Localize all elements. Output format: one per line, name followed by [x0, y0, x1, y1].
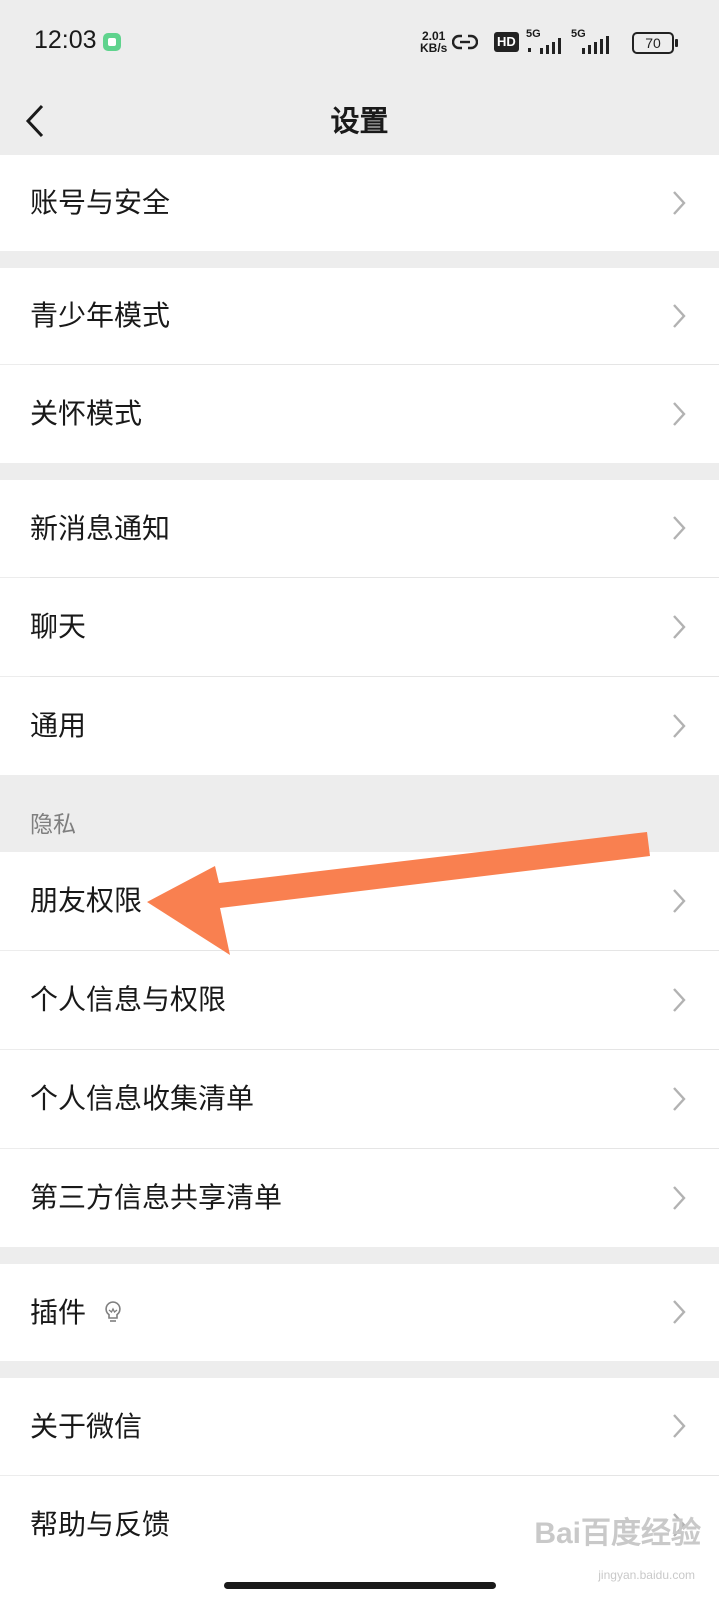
settings-item-plugins[interactable]: 插件: [0, 1264, 719, 1361]
link-icon: [452, 34, 478, 50]
navigation-bar: 设置: [0, 86, 719, 156]
settings-item-label: 朋友权限: [30, 884, 143, 917]
settings-item-label: 关怀模式: [30, 397, 143, 430]
watermark-logo: Bai百度经验: [534, 1517, 701, 1550]
settings-item-label: 第三方信息共享清单: [30, 1181, 283, 1214]
page-title: 设置: [330, 104, 389, 138]
settings-item-label: 聊天: [30, 610, 87, 643]
settings-item-label: 个人信息与权限: [30, 983, 227, 1016]
settings-item-personal-info-permissions[interactable]: 个人信息与权限: [0, 951, 719, 1049]
settings-item-personal-info-collection[interactable]: 个人信息收集清单: [0, 1050, 719, 1148]
settings-item-friend-permissions[interactable]: 朋友权限: [0, 852, 719, 950]
settings-item-label: 通用: [30, 709, 87, 742]
chevron-right-icon: [673, 1414, 686, 1438]
settings-item-label: 账号与安全: [30, 186, 171, 219]
chevron-right-icon: [673, 615, 686, 639]
settings-item-label: 帮助与反馈: [30, 1508, 171, 1541]
chevron-right-icon: [673, 191, 686, 215]
status-bar: 12:03 2.01 KB/s HD 5G 5G 70: [0, 0, 719, 86]
chevron-right-icon: [673, 988, 686, 1012]
lightbulb-icon: [105, 1301, 121, 1322]
chevron-right-icon: [673, 889, 686, 913]
settings-item-teen-mode[interactable]: 青少年模式: [0, 268, 719, 364]
signal-icon: [582, 36, 609, 54]
network-speed-unit: KB/s: [420, 41, 448, 55]
chevron-right-icon: [673, 1087, 686, 1111]
battery-icon: 70: [632, 32, 678, 54]
chevron-right-icon: [673, 1300, 686, 1324]
chevron-right-icon: [673, 304, 686, 328]
chevron-right-icon: [673, 402, 686, 426]
settings-item-label: 关于微信: [30, 1410, 143, 1443]
signal-icon: [528, 38, 561, 54]
settings-item-about-wechat[interactable]: 关于微信: [0, 1378, 719, 1475]
chevron-right-icon: [673, 714, 686, 738]
settings-item-notifications[interactable]: 新消息通知: [0, 480, 719, 577]
network-speed: 2.01 KB/s: [420, 30, 447, 54]
settings-item-label: 插件: [30, 1296, 87, 1329]
chevron-right-icon: [673, 516, 686, 540]
home-indicator[interactable]: [224, 1582, 496, 1589]
section-header-privacy: 隐私: [30, 812, 76, 838]
settings-item-label: 新消息通知: [30, 512, 171, 545]
chevron-right-icon: [673, 1186, 686, 1210]
settings-item-account-security[interactable]: 账号与安全: [0, 155, 719, 251]
settings-item-chat[interactable]: 聊天: [0, 578, 719, 676]
settings-item-third-party-sharing[interactable]: 第三方信息共享清单: [0, 1149, 719, 1247]
settings-item-care-mode[interactable]: 关怀模式: [0, 365, 719, 463]
status-indicators: 2.01 KB/s HD 5G 5G 70: [0, 28, 719, 62]
settings-item-label: 青少年模式: [30, 299, 171, 332]
watermark-url: jingyan.baidu.com: [598, 1568, 695, 1582]
hd-voice-badge: HD: [494, 32, 519, 52]
settings-item-label: 个人信息收集清单: [30, 1082, 255, 1115]
settings-item-general[interactable]: 通用: [0, 677, 719, 775]
